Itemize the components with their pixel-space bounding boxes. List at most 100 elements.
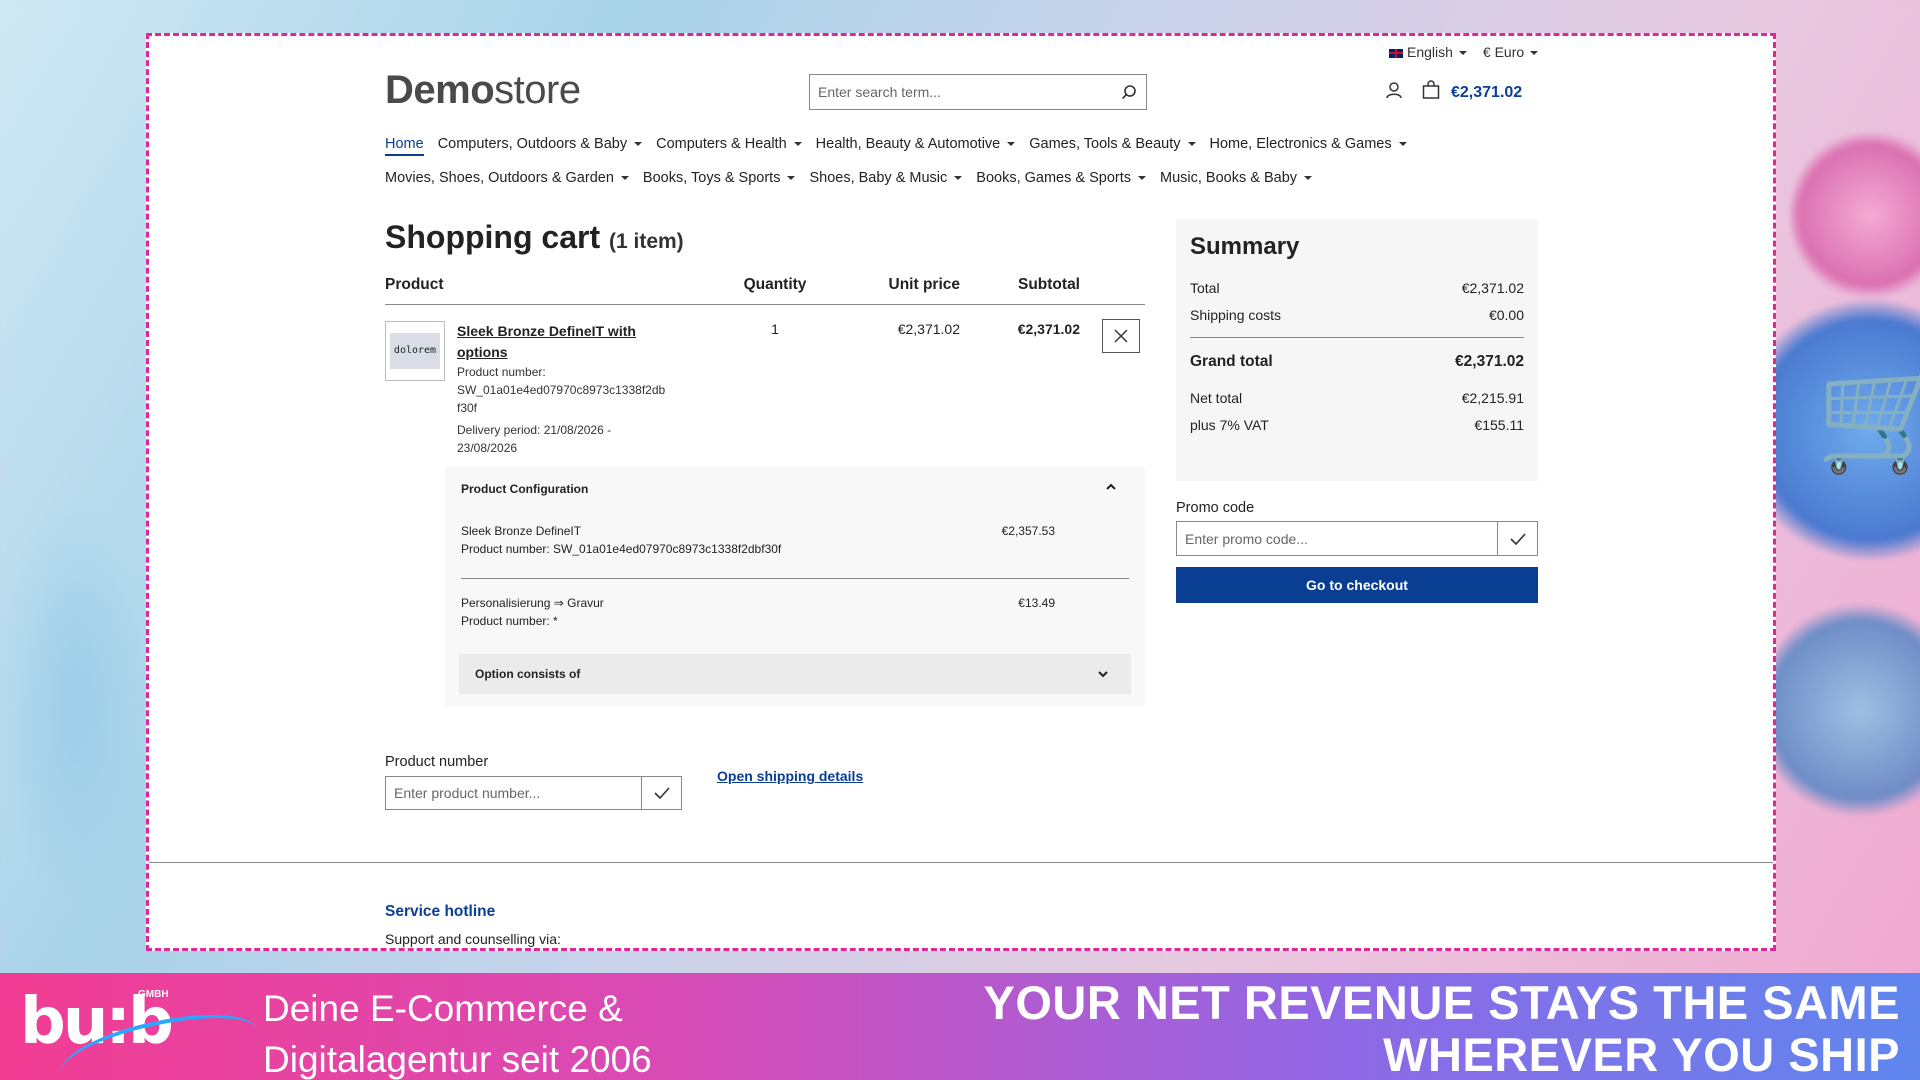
nav-item[interactable]: Computers & Health [656, 136, 802, 156]
promo-submit-button[interactable] [1497, 522, 1537, 555]
footer-divider [149, 862, 1773, 863]
page-title-text: Shopping cart [385, 219, 601, 255]
logo-bold-text: Demo [385, 68, 495, 112]
tagline-line: Digitalagentur seit 2006 [263, 1039, 652, 1080]
nav-item[interactable]: Shoes, Baby & Music [809, 170, 962, 186]
top-bar: English € Euro [1389, 44, 1538, 60]
item-count: (1 item) [609, 230, 684, 253]
summary-label: Grand total [1190, 353, 1273, 370]
cart-table-header: Product Quantity Unit price Subtotal [385, 276, 1145, 305]
summary-value: €2,371.02 [1455, 353, 1524, 370]
cart-icon[interactable] [1421, 80, 1441, 105]
delivery-period: Delivery period: 21/08/2026 - 23/08/2026 [457, 423, 612, 455]
summary-label: plus 7% VAT [1190, 417, 1269, 433]
config-line-main: Sleek Bronze DefineIT Product number: SW… [461, 522, 1129, 558]
logo-light-text: store [494, 68, 581, 112]
product-number: SW_01a01e4ed07970c8973c1338f2dbf30f [457, 383, 666, 415]
nav-item[interactable]: Music, Books & Baby [1160, 170, 1312, 186]
currency-switcher[interactable]: € Euro [1483, 44, 1538, 60]
background-decoration [1790, 130, 1920, 300]
order-summary: Summary Total €2,371.02 Shipping costs €0.… [1176, 219, 1538, 481]
search-input[interactable] [810, 75, 1112, 109]
page-title: Shopping cart (1 item) [385, 219, 684, 256]
thumbnail-text: dolorem [390, 333, 440, 369]
nav-item[interactable]: Health, Beauty & Automotive [816, 136, 1016, 156]
agency-logo: bu:b GMBH [20, 981, 265, 1080]
nav-row: Home Computers, Outdoors & Baby Computer… [385, 136, 1445, 156]
remove-item-button[interactable] [1102, 319, 1140, 353]
agency-logo-gmbh: GMBH [138, 989, 169, 1000]
summary-shipping-row: Shipping costs €0.00 [1190, 302, 1524, 329]
nav-item[interactable]: Books, Games & Sports [976, 170, 1146, 186]
summary-value: €2,215.91 [1461, 390, 1524, 406]
account-icon[interactable] [1385, 81, 1403, 104]
nav-item[interactable]: Computers, Outdoors & Baby [438, 136, 642, 156]
store-logo[interactable]: Demostore [385, 68, 581, 113]
header-unit-price: Unit price [888, 276, 960, 293]
option-consists-label: Option consists of [475, 667, 581, 681]
summary-vat-row: plus 7% VAT €155.11 [1190, 412, 1524, 439]
header-quantity: Quantity [743, 276, 807, 293]
uk-flag-icon [1389, 48, 1403, 58]
product-configuration-panel: Product Configuration Sleek Bronze Defin… [445, 466, 1145, 706]
summary-net-row: Net total €2,215.91 [1190, 385, 1524, 412]
banner-headline: YOUR NET REVENUE STAYS THE SAME WHEREVER… [983, 976, 1900, 1080]
search-bar [809, 74, 1147, 110]
promo-code-input[interactable] [1177, 522, 1497, 555]
nav-row: Movies, Shoes, Outdoors & Garden Books, … [385, 170, 1445, 186]
header-cart-total[interactable]: €2,371.02 [1451, 84, 1522, 102]
promo-code-form [1176, 521, 1538, 556]
product-info: Sleek Bronze DefineIT with options Produ… [457, 321, 667, 457]
line-quantity: 1 [771, 321, 779, 337]
remove-column [1080, 319, 1145, 457]
checkmark-icon [653, 787, 670, 799]
summary-total-row: Total €2,371.02 [1190, 275, 1524, 302]
promo-code-label: Promo code [1176, 500, 1255, 516]
language-switcher[interactable]: English [1389, 44, 1467, 60]
summary-grand-total-row: Grand total €2,371.02 [1190, 337, 1524, 385]
nav-item[interactable]: Home, Electronics & Games [1210, 136, 1407, 156]
open-shipping-details-link[interactable]: Open shipping details [717, 768, 863, 784]
line-subtotal: €2,371.02 [1017, 321, 1080, 337]
divider [461, 578, 1129, 579]
promo-banner: bu:b GMBH Deine E-Commerce & Digitalagen… [0, 973, 1920, 1080]
search-icon[interactable] [1112, 75, 1146, 109]
line-item-product: dolorem Sleek Bronze DefineIT with optio… [385, 321, 725, 457]
summary-value: €2,371.02 [1461, 280, 1524, 296]
product-number-input[interactable] [386, 777, 641, 809]
go-to-checkout-button[interactable]: Go to checkout [1176, 567, 1538, 603]
header-subtotal: Subtotal [1018, 276, 1080, 293]
service-hotline-text: Support and counselling via: [385, 931, 561, 947]
cart-line-item: dolorem Sleek Bronze DefineIT with optio… [385, 305, 1145, 457]
add-product-submit-button[interactable] [641, 777, 681, 809]
header-spacer [1080, 276, 1145, 294]
background-decoration [0, 500, 150, 900]
summary-label: Shipping costs [1190, 307, 1282, 323]
nav-item-home[interactable]: Home [385, 136, 424, 156]
chevron-down-icon [1097, 654, 1109, 694]
product-name-link[interactable]: Sleek Bronze DefineIT with options [457, 321, 667, 363]
config-line-price: €13.49 [1018, 596, 1055, 610]
main-navigation: Home Computers, Outdoors & Baby Computer… [385, 136, 1445, 200]
agency-tagline: Deine E-Commerce & Digitalagentur seit 2… [263, 983, 652, 1080]
config-line-number: Product number: SW_01a01e4ed07970c8973c1… [461, 542, 782, 556]
product-number-label: Product number: [457, 365, 546, 379]
service-hotline-heading: Service hotline [385, 903, 496, 920]
chevron-up-icon[interactable] [1105, 480, 1117, 494]
summary-value: €0.00 [1488, 307, 1524, 323]
nav-item[interactable]: Movies, Shoes, Outdoors & Garden [385, 170, 629, 186]
option-consists-of-toggle[interactable]: Option consists of [459, 654, 1131, 694]
summary-label: Total [1190, 280, 1220, 296]
product-number-form [385, 776, 682, 810]
line-unit-price: €2,371.02 [897, 321, 960, 337]
header-product: Product [385, 276, 444, 293]
config-line-price: €2,357.53 [1001, 524, 1055, 538]
nav-item[interactable]: Games, Tools & Beauty [1029, 136, 1195, 156]
background-decoration [1760, 600, 1920, 820]
tagline-line: Deine E-Commerce & [263, 988, 623, 1029]
shopping-cart-illustration-icon: 🛒 [1815, 353, 1920, 476]
cart-table: Product Quantity Unit price Subtotal dol… [385, 276, 1145, 457]
product-thumbnail[interactable]: dolorem [385, 321, 445, 381]
nav-item[interactable]: Books, Toys & Sports [643, 170, 796, 186]
config-line-number: Product number: * [461, 614, 558, 628]
